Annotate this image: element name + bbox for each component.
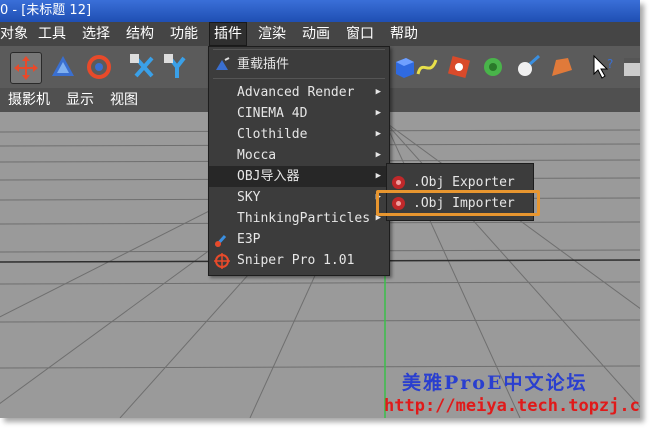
submenu-arrow-icon: ▶ bbox=[375, 129, 381, 139]
menu-object[interactable]: 对象 bbox=[0, 22, 32, 46]
svg-text:?: ? bbox=[607, 57, 613, 71]
render-icon[interactable] bbox=[620, 52, 640, 82]
array-icon[interactable] bbox=[478, 52, 508, 82]
menu-functions[interactable]: 功能 bbox=[166, 22, 202, 46]
menu-bar: 对象 工具 选择 结构 功能 插件 渲染 动画 窗口 帮助 bbox=[0, 22, 640, 46]
menu-item-label: E3P bbox=[237, 232, 261, 247]
app-window: 0 - [未标题 12] 对象 工具 选择 结构 功能 插件 渲染 动画 窗口 … bbox=[0, 0, 640, 418]
deformer-icon[interactable] bbox=[546, 52, 576, 82]
reload-plugins-icon bbox=[213, 56, 231, 74]
light-icon[interactable] bbox=[512, 52, 542, 82]
submenu-arrow-icon: ▶ bbox=[375, 108, 381, 118]
menu-item-label: ThinkingParticles bbox=[237, 211, 371, 226]
plugins-dropdown: 重载插件 Advanced Render ▶ CINEMA 4D ▶ Cloth… bbox=[208, 46, 390, 276]
y-axis-lock-icon[interactable] bbox=[162, 52, 192, 82]
menu-item-label: Sniper Pro 1.01 bbox=[237, 253, 355, 268]
x-axis-lock-icon[interactable] bbox=[128, 52, 158, 82]
rotate-tool-icon[interactable] bbox=[84, 52, 114, 82]
menu-item-reload-plugins[interactable]: 重载插件 bbox=[209, 54, 389, 75]
menu-item-e3p[interactable]: E3P bbox=[209, 229, 389, 250]
scale-tool-icon[interactable] bbox=[48, 52, 78, 82]
menu-item-label: SKY bbox=[237, 190, 261, 205]
menu-structure[interactable]: 结构 bbox=[122, 22, 158, 46]
help-icon[interactable]: ? bbox=[588, 52, 618, 82]
menu-item-label: OBJ导入器 bbox=[237, 169, 300, 184]
menu-tear-handle bbox=[213, 49, 385, 50]
title-bar: 0 - [未标题 12] bbox=[0, 0, 640, 22]
watermark-title: 美雅ProE中文论坛 bbox=[402, 372, 588, 394]
window-title: 0 - [未标题 12] bbox=[0, 3, 92, 18]
spline-icon[interactable] bbox=[412, 52, 442, 82]
menu-item-advanced-render[interactable]: Advanced Render ▶ bbox=[209, 82, 389, 103]
menu-item-sky[interactable]: SKY ▶ bbox=[209, 187, 389, 208]
menu-selection[interactable]: 选择 bbox=[78, 22, 114, 46]
menu-item-clothilde[interactable]: Clothilde ▶ bbox=[209, 124, 389, 145]
menu-item-sniper-pro[interactable]: Sniper Pro 1.01 bbox=[209, 250, 389, 271]
view-menu-display[interactable]: 显示 bbox=[66, 88, 94, 112]
menu-separator bbox=[213, 78, 385, 79]
menu-item-thinking-particles[interactable]: ThinkingParticles ▶ bbox=[209, 208, 389, 229]
menu-item-label: Advanced Render bbox=[237, 85, 355, 100]
submenu-arrow-icon: ▶ bbox=[375, 150, 381, 160]
crosshair-icon bbox=[213, 252, 231, 270]
submenu-arrow-icon: ▶ bbox=[375, 87, 381, 97]
menu-item-label: CINEMA 4D bbox=[237, 106, 308, 121]
view-menu-camera[interactable]: 摄影机 bbox=[8, 88, 50, 112]
menu-item-obj-importer[interactable]: OBJ导入器 ▶ bbox=[209, 166, 389, 187]
menu-animation[interactable]: 动画 bbox=[298, 22, 334, 46]
menu-plugins[interactable]: 插件 bbox=[209, 22, 247, 46]
menu-help[interactable]: 帮助 bbox=[386, 22, 422, 46]
watermark-url: http://meiya.tech.topzj.com bbox=[384, 396, 640, 416]
view-menu-view[interactable]: 视图 bbox=[110, 88, 138, 112]
menu-window[interactable]: 窗口 bbox=[342, 22, 378, 46]
nurbs-icon[interactable] bbox=[444, 52, 474, 82]
obj-plugin-icon bbox=[391, 175, 406, 190]
menu-item-label: Mocca bbox=[237, 148, 277, 163]
menu-tools[interactable]: 工具 bbox=[34, 22, 70, 46]
menu-item-cinema4d[interactable]: CINEMA 4D ▶ bbox=[209, 103, 389, 124]
submenu-arrow-icon: ▶ bbox=[375, 171, 381, 181]
menu-item-mocca[interactable]: Mocca ▶ bbox=[209, 145, 389, 166]
move-tool-icon[interactable] bbox=[10, 52, 42, 84]
annotation-highlight bbox=[376, 190, 540, 216]
menu-item-label: 重载插件 bbox=[237, 57, 290, 72]
e3p-icon bbox=[213, 231, 231, 249]
menu-item-label: Clothilde bbox=[237, 127, 308, 142]
menu-render[interactable]: 渲染 bbox=[254, 22, 290, 46]
